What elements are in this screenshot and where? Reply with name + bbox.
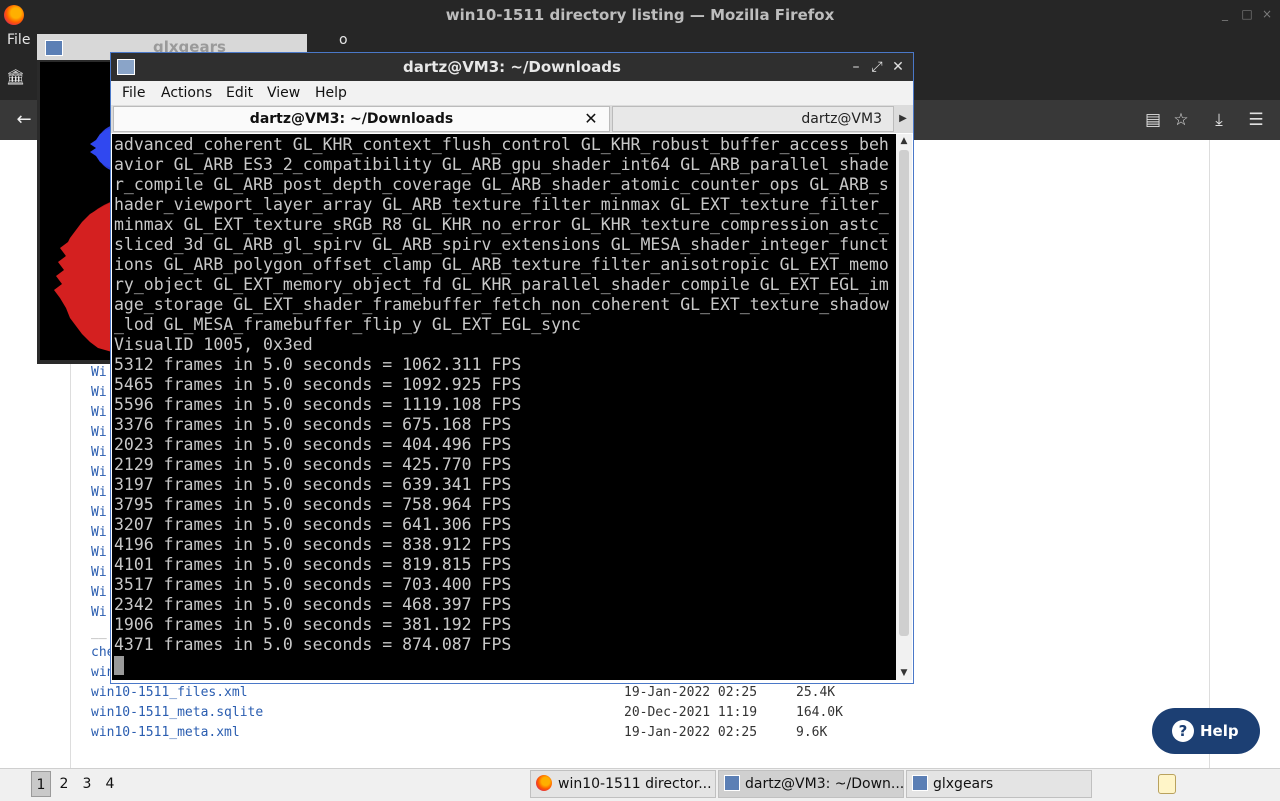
directory-link[interactable]: Wi <box>91 445 107 460</box>
directory-link[interactable]: Wi <box>91 425 107 440</box>
file-size: 25.4K <box>796 685 836 700</box>
firefox-logo-icon <box>4 5 24 25</box>
blue-gear-icon <box>90 125 112 171</box>
close-icon[interactable]: × <box>1260 6 1274 22</box>
maximize-icon[interactable]: □ <box>1240 6 1254 22</box>
window-icon <box>912 775 928 791</box>
file-size: 164.0K <box>796 705 843 720</box>
terminal-tab-label: dartz@VM3 <box>801 111 882 127</box>
file-date: 20-Dec-2021 11:19 <box>624 705 758 720</box>
firefox-menu-file[interactable]: File <box>7 32 30 48</box>
directory-link[interactable]: Wi <box>91 385 107 400</box>
terminal-icon <box>724 775 740 791</box>
terminal-menu-edit[interactable]: Edit <box>226 81 253 105</box>
workspace-4-button[interactable]: 4 <box>100 771 120 797</box>
archive-tab-icon[interactable]: 🏛 <box>6 62 34 92</box>
firefox-icon <box>536 775 552 791</box>
scroll-up-arrow-icon[interactable]: ▲ <box>896 134 912 148</box>
question-mark-icon: ? <box>1172 720 1194 742</box>
taskbar-item-label: win10-1511 director... <box>558 776 712 792</box>
window-icon <box>45 40 63 56</box>
help-button-label: Help <box>1200 722 1239 740</box>
hamburger-menu-icon[interactable]: ☰ <box>1243 106 1269 134</box>
directory-link[interactable]: Wi <box>91 545 107 560</box>
terminal-menu-help[interactable]: Help <box>315 81 347 105</box>
file-link[interactable]: win10-1511_meta.sqlite <box>91 705 263 720</box>
file-date: 19-Jan-2022 02:25 <box>624 725 758 740</box>
minimize-icon[interactable]: – <box>848 57 864 77</box>
glxgears-canvas <box>40 62 112 360</box>
terminal-tab-label: dartz@VM3: ~/Downloads <box>249 111 454 127</box>
terminal-window-title: dartz@VM3: ~/Downloads <box>403 58 621 76</box>
minimize-icon[interactable]: _ <box>1218 6 1232 22</box>
directory-link[interactable]: Wi <box>91 505 107 520</box>
directory-link[interactable]: Wi <box>91 605 107 620</box>
directory-link[interactable]: Wi <box>91 465 107 480</box>
downloads-icon[interactable]: ⤓ <box>1206 106 1232 134</box>
clipboard-icon[interactable] <box>1158 774 1176 794</box>
close-tab-icon[interactable]: ✕ <box>582 107 600 131</box>
firefox-menu-partial[interactable]: o <box>339 32 348 48</box>
directory-link[interactable]: Wi <box>91 405 107 420</box>
workspace-3-button[interactable]: 3 <box>77 771 97 797</box>
file-link[interactable]: win10-1511_meta.xml <box>91 725 240 740</box>
firefox-window-title: win10-1511 directory listing — Mozilla F… <box>445 6 835 24</box>
directory-link[interactable]: Wi <box>91 585 107 600</box>
scrollbar-thumb[interactable] <box>899 150 909 636</box>
directory-link[interactable]: Wi <box>91 525 107 540</box>
file-link[interactable]: win10-1511_files.xml <box>91 685 248 700</box>
bookmark-star-icon[interactable]: ☆ <box>1168 106 1194 134</box>
page-right-border <box>1209 140 1210 768</box>
terminal-cursor <box>114 656 124 675</box>
close-icon[interactable]: ✕ <box>890 57 906 77</box>
file-date: 19-Jan-2022 02:25 <box>624 685 758 700</box>
scroll-down-arrow-icon[interactable]: ▼ <box>896 666 912 680</box>
red-gear-icon <box>54 201 112 352</box>
taskbar-item-label: glxgears <box>933 776 994 792</box>
workspace-1-button[interactable]: 1 <box>31 771 51 797</box>
terminal-menu-view[interactable]: View <box>267 81 300 105</box>
reader-view-icon[interactable]: ▤ <box>1140 106 1166 134</box>
directory-link[interactable]: Wi <box>91 485 107 500</box>
terminal-menu-actions[interactable]: Actions <box>161 81 212 105</box>
taskbar-item-label: dartz@VM3: ~/Down... <box>745 776 905 792</box>
file-size: 9.6K <box>796 725 828 740</box>
directory-link[interactable]: Wi <box>91 365 107 380</box>
directory-link[interactable]: Wi <box>91 565 107 580</box>
listing-separator: __ <box>91 625 107 640</box>
back-arrow-icon[interactable]: ← <box>12 106 36 134</box>
tab-scroll-right-icon[interactable]: ▶ <box>896 108 910 130</box>
terminal-output-text: advanced_coherent GL_KHR_context_flush_c… <box>114 135 889 654</box>
workspace-2-button[interactable]: 2 <box>54 771 74 797</box>
maximize-icon[interactable]: ⤢ <box>869 57 885 77</box>
terminal-menu-file[interactable]: File <box>122 81 145 105</box>
